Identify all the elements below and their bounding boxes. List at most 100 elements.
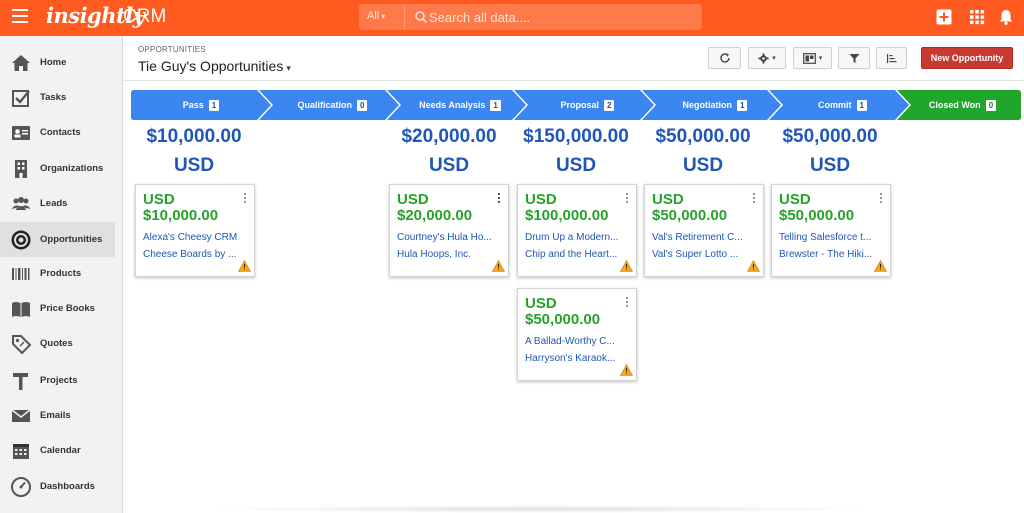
tasks-icon: [12, 89, 30, 107]
sidebar-item-home[interactable]: Home: [0, 45, 115, 80]
warning-icon: [747, 260, 760, 272]
more-options-icon[interactable]: [243, 193, 247, 205]
card-currency: USD: [525, 295, 557, 312]
card-opportunity-name[interactable]: Val's Retirement C...: [652, 232, 756, 243]
settings-dropdown-button[interactable]: ▾: [748, 47, 786, 69]
stage-name: Qualification: [297, 100, 353, 110]
sidebar-item-tasks[interactable]: Tasks: [0, 80, 115, 115]
sidebar-item-label: Leads: [40, 198, 68, 209]
stage-total-amount: $50,000.00: [782, 126, 878, 147]
stage-total-currency: USD: [173, 155, 215, 176]
card-currency: USD: [525, 191, 557, 208]
view-selector[interactable]: Tie Guy's Opportunities ▾: [138, 58, 291, 74]
layout-dropdown-button[interactable]: ▾: [793, 47, 832, 69]
stage-total-proposal: $150,000.00 USD: [514, 124, 638, 182]
stage-qualification[interactable]: Qualification 0: [266, 90, 399, 120]
leads-icon: [11, 196, 31, 210]
card-opportunity-name[interactable]: Courtney's Hula Ho...: [397, 232, 501, 243]
more-options-icon[interactable]: [625, 193, 629, 205]
card-opportunity-name[interactable]: Drum Up a Modern...: [525, 232, 629, 243]
sidebar-item-products[interactable]: Products: [0, 256, 115, 291]
organizations-icon: [15, 159, 27, 178]
stage-needs-analysis[interactable]: Needs Analysis 1: [394, 90, 526, 120]
notification-bell-icon[interactable]: [997, 8, 1015, 26]
sidebar-item-label: Emails: [40, 410, 71, 421]
stage-commit[interactable]: Commit 1: [776, 90, 909, 120]
sidebar-item-emails[interactable]: Emails: [0, 398, 115, 433]
card-organization[interactable]: Val's Super Lotto ...: [652, 249, 756, 260]
card-organization[interactable]: Cheese Boards by ...: [143, 249, 247, 260]
sidebar-item-calendar[interactable]: Calendar: [0, 433, 115, 468]
filter-button[interactable]: [838, 47, 870, 69]
new-opportunity-button[interactable]: New Opportunity: [921, 47, 1013, 69]
stage-total-amount: $50,000.00: [655, 126, 751, 147]
stage-name: Needs Analysis: [419, 100, 486, 110]
card-organization[interactable]: Chip and the Heart...: [525, 249, 629, 260]
card-opportunity-name[interactable]: Telling Salesforce t...: [779, 232, 883, 243]
opportunity-card[interactable]: USD $100,000.00 Drum Up a Modern... Chip…: [517, 184, 637, 277]
hamburger-menu-icon[interactable]: [12, 9, 28, 23]
stage-count-badge: 1: [490, 99, 501, 111]
warning-icon: [238, 260, 251, 272]
page-title: Tie Guy's Opportunities: [138, 58, 284, 74]
card-amount: $50,000.00: [779, 207, 855, 224]
sidebar-item-dashboards[interactable]: Dashboards: [0, 469, 115, 504]
card-opportunity-name[interactable]: Alexa's Cheesy CRM: [143, 232, 247, 243]
chevron-down-icon: ▾: [772, 55, 776, 62]
stage-total-currency: USD: [555, 155, 597, 176]
card-amount: $100,000.00: [525, 207, 609, 224]
opportunity-card[interactable]: USD $10,000.00 Alexa's Cheesy CRM Cheese…: [135, 184, 255, 277]
card-organization[interactable]: Harryson's Karaok...: [525, 353, 629, 364]
stage-count-badge: 1: [856, 99, 867, 111]
stage-closed-won[interactable]: Closed Won 0: [904, 90, 1021, 120]
stage-name: Pass: [182, 100, 204, 110]
card-amount: $50,000.00: [652, 207, 728, 224]
product-name: CRM: [123, 6, 167, 27]
sidebar-item-leads[interactable]: Leads: [0, 186, 115, 221]
warning-icon: [620, 364, 633, 376]
stage-name: Negotiation: [682, 100, 733, 110]
sort-button[interactable]: [876, 47, 907, 69]
sidebar-item-contacts[interactable]: Contacts: [0, 115, 115, 150]
stage-negotiation[interactable]: Negotiation 1: [649, 90, 781, 120]
stage-count-badge: 0: [985, 99, 997, 111]
sidebar-item-label: Calendar: [40, 445, 81, 456]
sort-icon: [886, 53, 896, 63]
sidebar-item-label: Opportunities: [40, 234, 103, 245]
refresh-icon: [719, 53, 730, 63]
opportunity-card[interactable]: USD $50,000.00 Telling Salesforce t... B…: [771, 184, 891, 277]
add-icon[interactable]: [935, 8, 953, 26]
sidebar-item-label: Tasks: [40, 92, 67, 103]
opportunity-card[interactable]: USD $20,000.00 Courtney's Hula Ho... Hul…: [389, 184, 509, 277]
search-divider: [404, 4, 405, 30]
more-options-icon[interactable]: [625, 297, 629, 309]
search-scope-dropdown[interactable]: All ▾: [367, 10, 385, 22]
more-options-icon[interactable]: [497, 193, 501, 205]
stage-pass[interactable]: Pass 1: [131, 90, 271, 120]
app-grid-icon[interactable]: [968, 8, 986, 26]
sidebar-item-projects[interactable]: Projects: [0, 363, 115, 398]
sidebar-item-quotes[interactable]: Quotes: [0, 326, 115, 361]
sidebar-item-label: Dashboards: [40, 481, 95, 492]
card-organization[interactable]: Brewster - The Hiki...: [779, 249, 883, 260]
card-currency: USD: [779, 191, 811, 208]
more-options-icon[interactable]: [752, 193, 756, 205]
opportunity-card[interactable]: USD $50,000.00 A Ballad-Worthy C... Harr…: [517, 288, 637, 381]
products-icon: [12, 267, 30, 280]
refresh-button[interactable]: [708, 47, 741, 69]
emails-icon: [11, 408, 31, 422]
card-amount: $10,000.00: [143, 207, 219, 224]
search-input[interactable]: [429, 8, 689, 26]
more-options-icon[interactable]: [879, 193, 883, 205]
stage-proposal[interactable]: Proposal 2: [521, 90, 654, 120]
opportunity-card[interactable]: USD $50,000.00 Val's Retirement C... Val…: [644, 184, 764, 277]
sidebar-item-organizations[interactable]: Organizations: [0, 151, 115, 186]
stage-count-badge: 2: [604, 99, 615, 111]
card-organization[interactable]: Hula Hoops, Inc.: [397, 249, 501, 260]
sidebar-item-opportunities[interactable]: Opportunities: [0, 222, 115, 257]
sidebar-item-price-books[interactable]: Price Books: [0, 291, 115, 326]
stage-total-commit: $50,000.00 USD: [768, 124, 892, 182]
card-opportunity-name[interactable]: A Ballad-Worthy C...: [525, 336, 629, 347]
warning-icon: [874, 260, 887, 272]
warning-icon: [620, 260, 633, 272]
